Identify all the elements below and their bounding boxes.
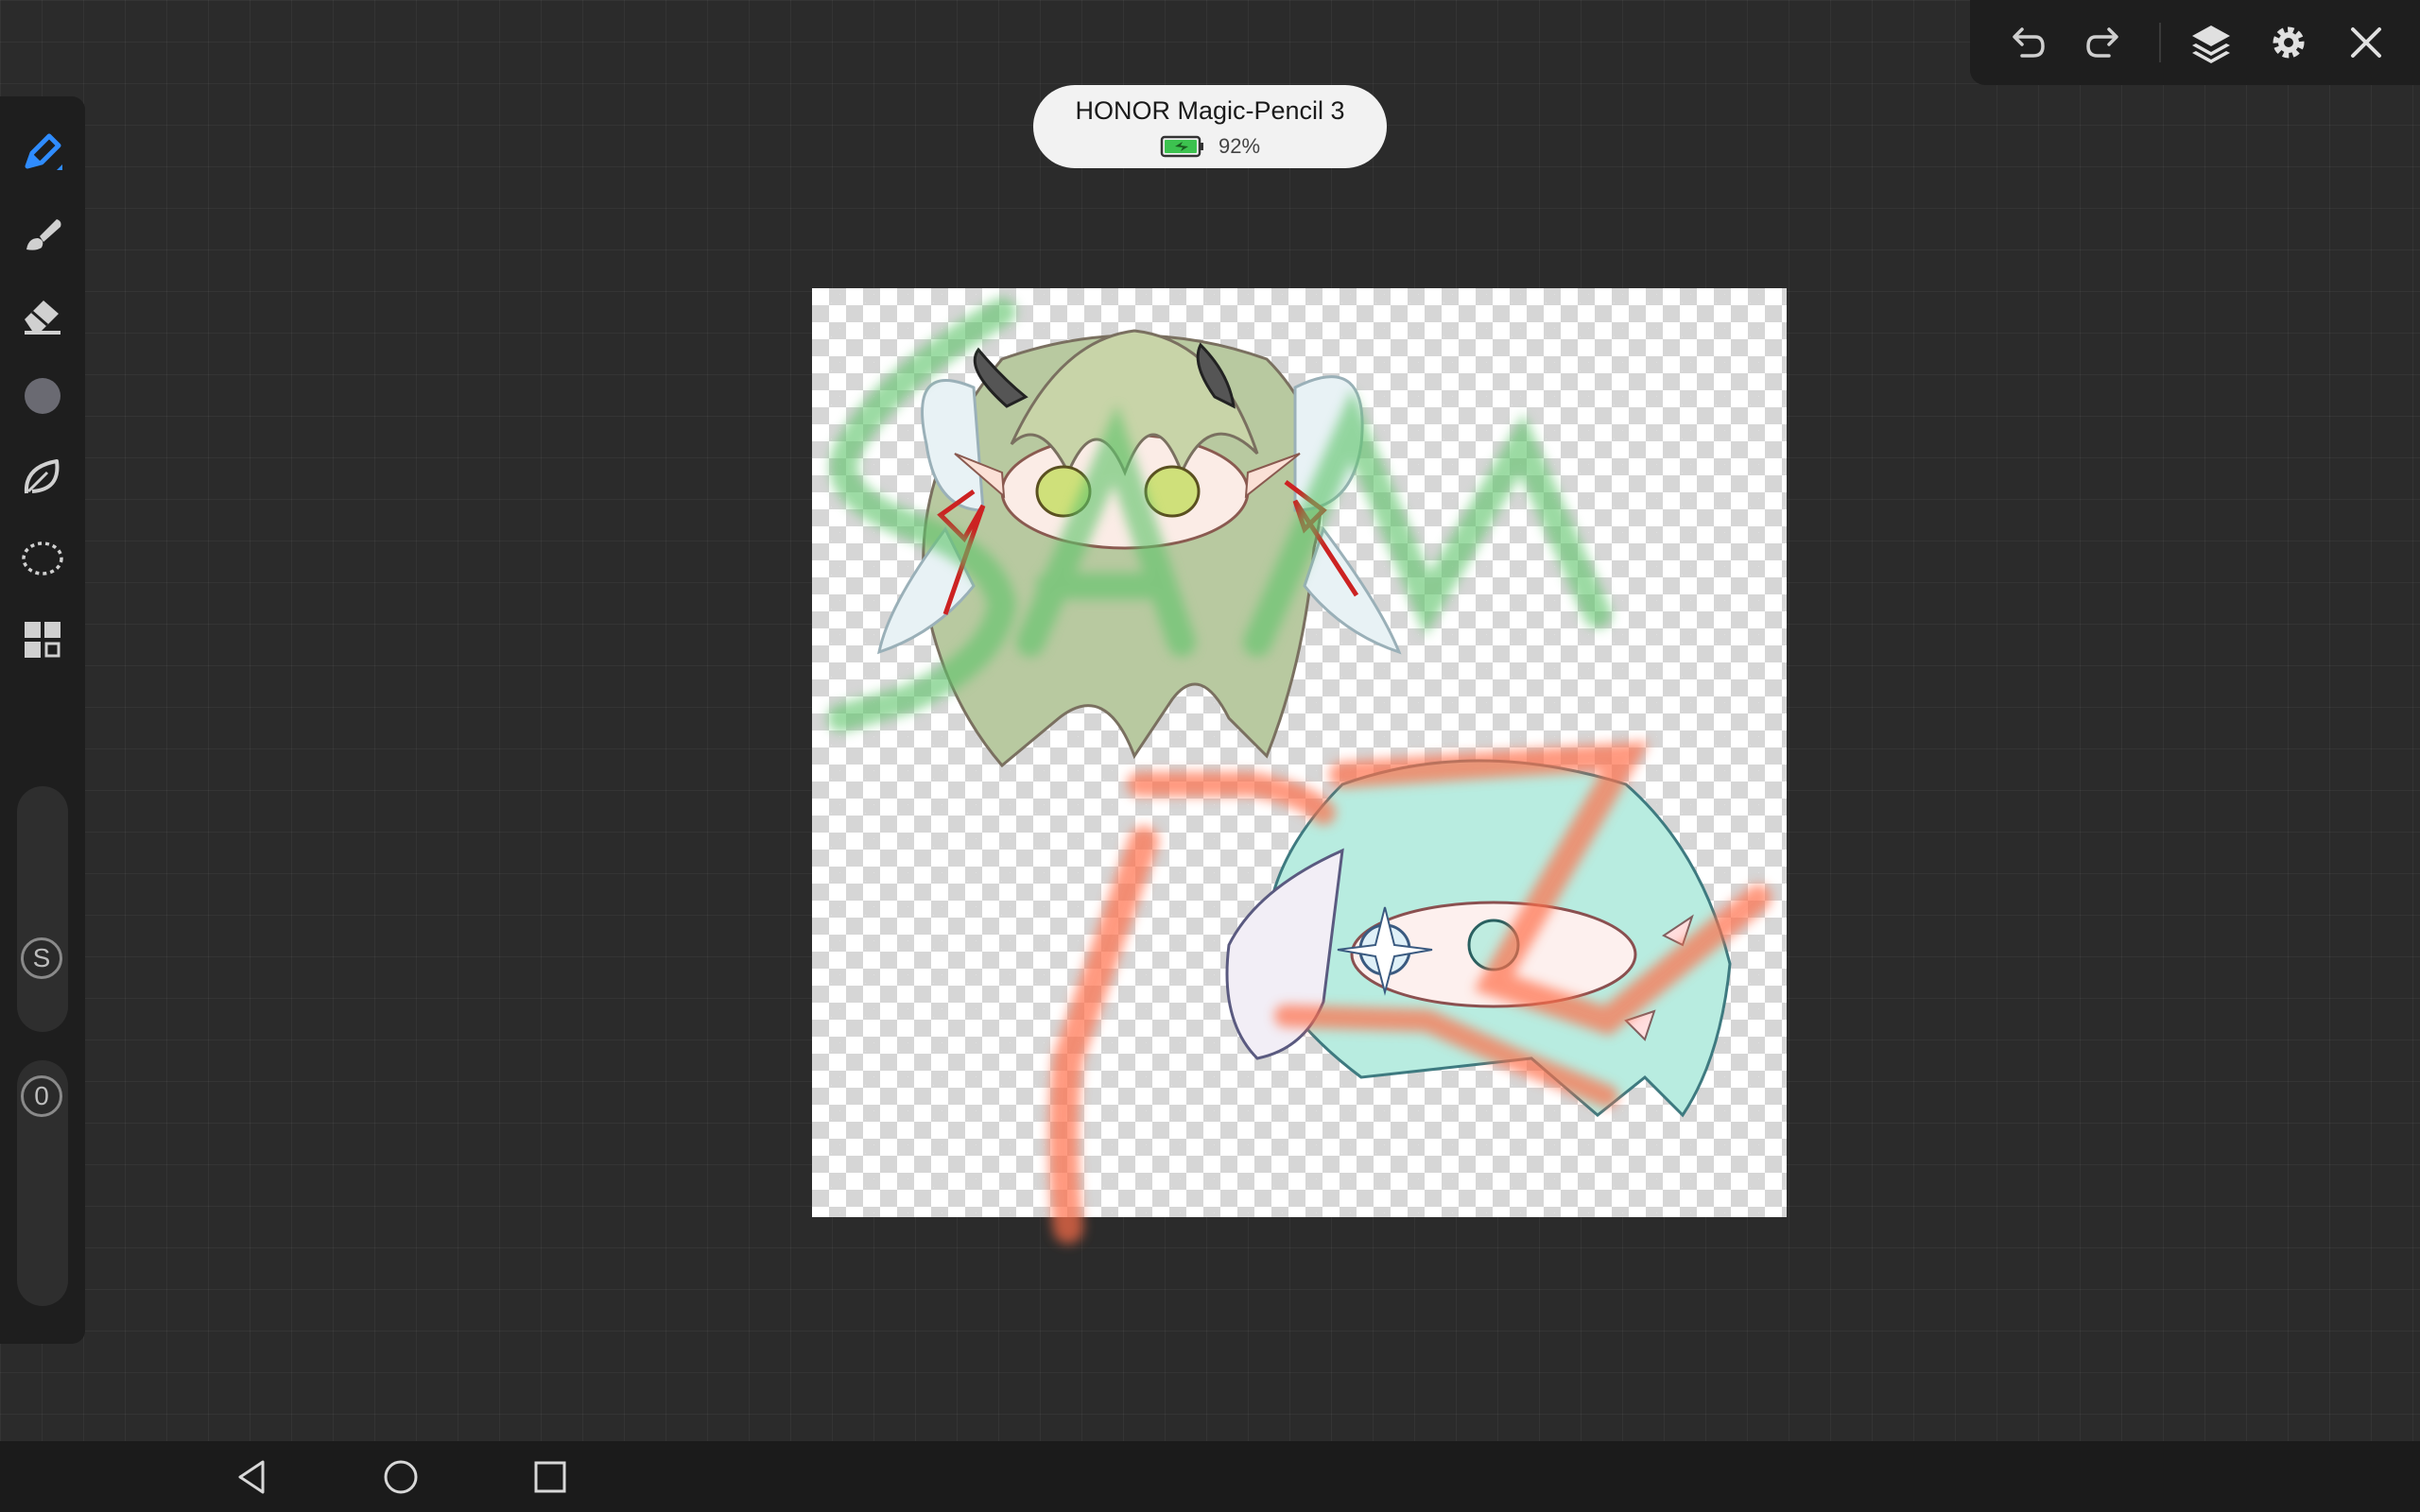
brush-tool-button[interactable] — [11, 202, 74, 265]
left-toolbar: S 0 — [0, 96, 85, 1344]
grid-icon — [25, 622, 60, 658]
leaf-icon — [24, 459, 60, 494]
back-icon — [238, 1460, 265, 1494]
eraser-icon — [25, 301, 60, 335]
undo-icon — [2013, 27, 2045, 58]
brush-size-slider[interactable] — [17, 786, 68, 1032]
opacity-knob[interactable]: 0 — [21, 1075, 62, 1117]
eraser-tool-button[interactable] — [11, 284, 74, 346]
gallery-grid-button[interactable] — [11, 609, 74, 671]
drawing-canvas[interactable] — [812, 288, 1787, 1217]
gear-icon — [2273, 26, 2305, 59]
brush-icon — [26, 219, 61, 250]
top-toolbar — [1970, 0, 2420, 85]
nav-recents-button[interactable] — [522, 1451, 579, 1503]
redo-button[interactable] — [2076, 13, 2135, 72]
battery-charging-icon — [1160, 135, 1203, 158]
pencil-name: HONOR Magic-Pencil 3 — [1075, 96, 1345, 125]
system-nav-bar — [0, 1441, 2420, 1512]
smudge-tool-button[interactable] — [11, 446, 74, 508]
battery-row: 92% — [1033, 134, 1387, 159]
pen-tool-button[interactable] — [11, 121, 74, 183]
opacity-value: 0 — [34, 1081, 49, 1110]
redo-icon — [2086, 27, 2118, 58]
brush-size-label: S — [32, 943, 51, 972]
toolbar-divider — [2159, 23, 2161, 62]
close-button[interactable] — [2337, 13, 2395, 72]
battery-percent: 92% — [1218, 134, 1261, 158]
home-icon — [384, 1460, 418, 1494]
settings-button[interactable] — [2259, 13, 2318, 72]
nav-home-button[interactable] — [372, 1451, 429, 1503]
color-picker-button[interactable] — [11, 365, 74, 427]
recents-icon — [534, 1461, 566, 1493]
pencil-status-popup: HONOR Magic-Pencil 3 92% — [1033, 85, 1387, 168]
lasso-tool-button[interactable] — [11, 527, 74, 590]
undo-button[interactable] — [1996, 13, 2055, 72]
nav-back-button[interactable] — [223, 1451, 280, 1503]
brush-size-knob[interactable]: S — [21, 937, 62, 979]
layers-icon — [2192, 26, 2230, 63]
close-icon — [2351, 27, 2381, 58]
lasso-icon — [22, 541, 63, 576]
pen-icon — [25, 133, 62, 170]
color-swatch-icon — [25, 378, 60, 414]
layers-button[interactable] — [2182, 13, 2240, 72]
